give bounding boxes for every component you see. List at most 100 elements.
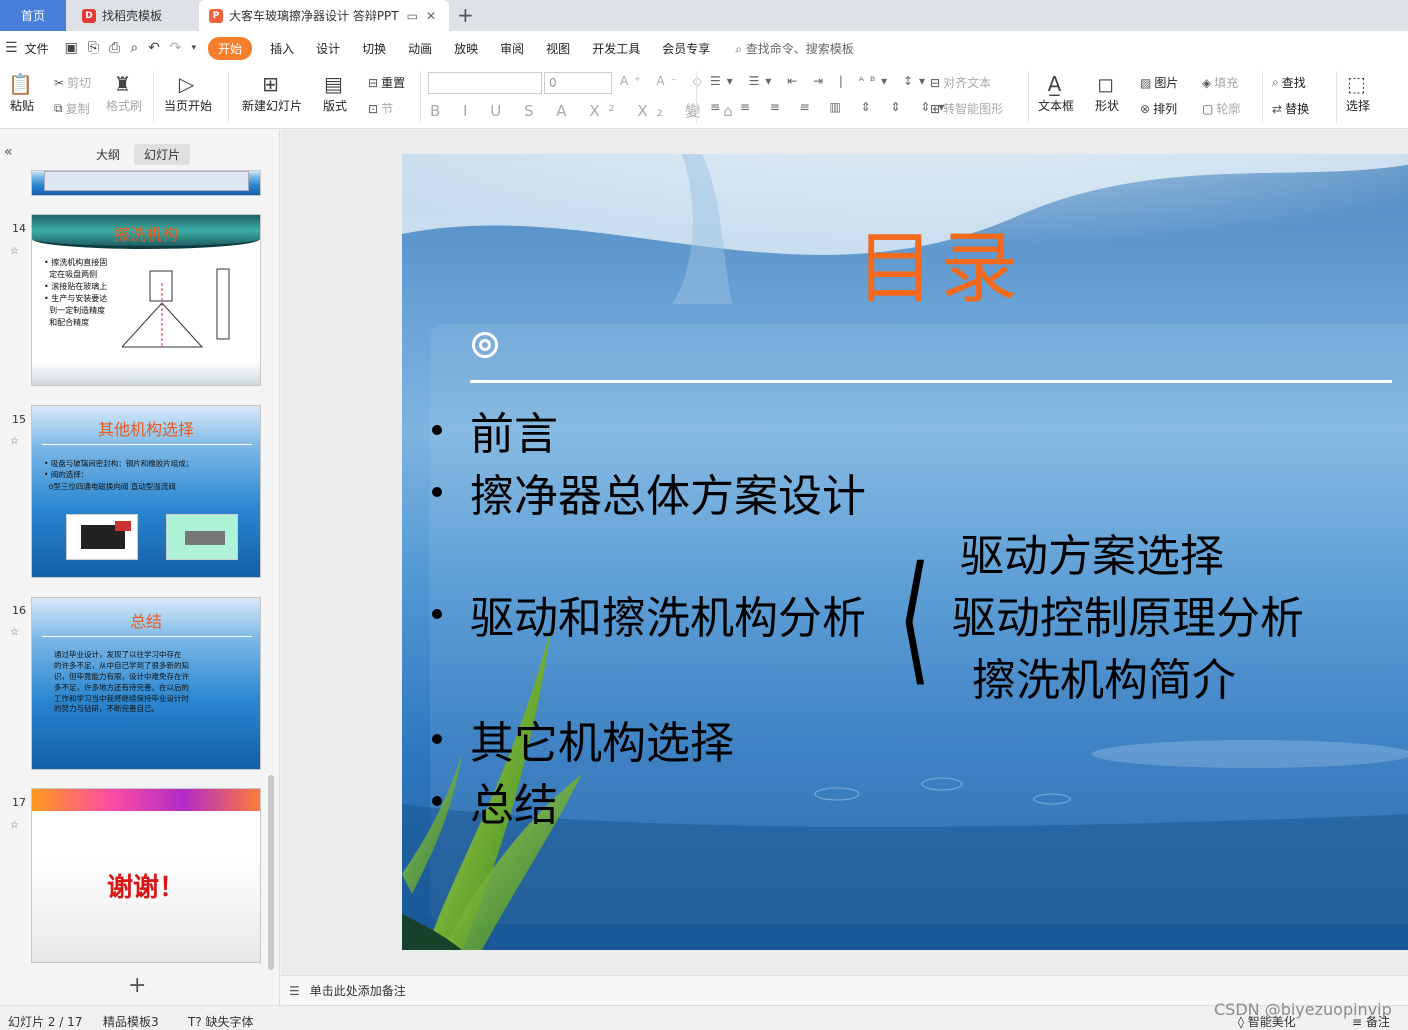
toc-item-label: 前言 bbox=[470, 409, 558, 460]
divider bbox=[420, 71, 421, 123]
menu-member[interactable]: 会员专享 bbox=[651, 40, 721, 57]
copy-button[interactable]: ⧉ 复制 bbox=[54, 100, 90, 117]
slide-number: 15 bbox=[12, 413, 26, 426]
slide-thumbnail-15[interactable]: 其他机构选择 • 吸盘与玻璃间密封构：钢片和橡胶片组成； • 阀的选择： o型三… bbox=[31, 405, 261, 578]
menu-slideshow[interactable]: 放映 bbox=[443, 40, 489, 57]
font-size-value: 0 bbox=[549, 76, 557, 90]
slide-position: 幻灯片 2 / 17 bbox=[8, 1015, 83, 1029]
toc-item[interactable]: 驱动和擦洗机构分析 bbox=[432, 582, 866, 646]
undo-icon[interactable]: ↶ bbox=[143, 40, 165, 56]
missing-font-button[interactable]: T? 缺失字体 bbox=[188, 1013, 254, 1030]
toc-subitem[interactable]: 驱动方案选择 bbox=[960, 520, 1224, 584]
command-search[interactable]: ⌕ 查找命令、搜索模板 bbox=[721, 40, 865, 57]
menu-animation[interactable]: 动画 bbox=[397, 40, 443, 57]
tab-document[interactable]: P 大客车玻璃擦净器设计 答辩PPT ▭ ✕ bbox=[199, 0, 449, 31]
menu-developer[interactable]: 开发工具 bbox=[581, 40, 651, 57]
star-icon: ☆ bbox=[10, 436, 19, 447]
toc-subitem[interactable]: 擦洗机构简介 bbox=[972, 644, 1236, 708]
find-button[interactable]: ⌕ 查找 bbox=[1272, 74, 1306, 91]
template-name[interactable]: 精品模板3 bbox=[103, 1013, 159, 1030]
outline-icon: ▢ bbox=[1202, 101, 1214, 116]
bullet-icon bbox=[432, 425, 442, 435]
watermark: CSDN @biyezuopinvip bbox=[1214, 1000, 1392, 1019]
slide-number: 14 bbox=[12, 222, 26, 235]
tab-slides[interactable]: 幻灯片 bbox=[134, 144, 191, 165]
replace-button[interactable]: ⇄ 替换 bbox=[1272, 100, 1309, 117]
menu-insert[interactable]: 插入 bbox=[259, 40, 305, 57]
slide-title[interactable]: 目录 bbox=[402, 206, 1408, 318]
menu-file[interactable]: 文件 bbox=[23, 40, 60, 57]
preview-icon[interactable]: ⌕ bbox=[125, 40, 143, 56]
target-icon bbox=[472, 332, 498, 358]
slide-thumbnail-16[interactable]: 总结 通过毕业设计，发现了以往学习中存在 的许多不足，从中自己学到了很多新的知 … bbox=[31, 597, 261, 770]
fill-button[interactable]: ◈ 填充 bbox=[1202, 74, 1238, 91]
select-button[interactable]: ⬚ 选择 bbox=[1346, 71, 1370, 114]
collapse-panel-icon[interactable]: « bbox=[4, 144, 13, 160]
export-icon[interactable]: ⎘ bbox=[83, 40, 104, 56]
play-from-current-button[interactable]: ▷ 当页开始 bbox=[164, 71, 212, 114]
docer-icon: D bbox=[82, 8, 96, 23]
relief-valve-image bbox=[166, 514, 238, 560]
panel-scrollbar[interactable] bbox=[268, 775, 274, 970]
menu-review[interactable]: 审阅 bbox=[489, 40, 535, 57]
toc-item[interactable]: 其它机构选择 bbox=[432, 707, 734, 771]
screen-icon[interactable]: ▭ bbox=[407, 9, 418, 23]
list-controls[interactable]: ☰▾ ☰▾ ⇤ ⇥ | ᴬᴮ▾ ↕▾ bbox=[710, 74, 931, 88]
paste-button[interactable]: 📋 粘贴 bbox=[8, 71, 36, 114]
hamburger-icon[interactable]: ☰ bbox=[0, 40, 23, 56]
shape-button[interactable]: ◻ 形状 bbox=[1095, 71, 1119, 114]
font-size-controls[interactable]: A⁺ A⁻ ◇ bbox=[620, 74, 708, 88]
picture-button[interactable]: ▨ 图片 bbox=[1140, 74, 1178, 91]
toc-item[interactable]: 总结 bbox=[432, 769, 558, 833]
print-icon[interactable]: ⎙ bbox=[104, 40, 125, 56]
bullet-icon bbox=[432, 734, 442, 744]
current-slide[interactable]: 目录 前言 擦净器总体方案设计 驱动和擦洗机构分析 其它机构选择 总结 ⟨ 驱动… bbox=[402, 154, 1408, 950]
section-button[interactable]: ⊡ 节 bbox=[368, 100, 393, 117]
tab-docer-templates[interactable]: D 找稻壳模板 bbox=[68, 0, 196, 31]
slide-thumbnail-14[interactable]: 擦洗机构 • 擦洗机构直接固 定在吸盘两侧 • 滚接贴在玻璃上 • 生产与安装要… bbox=[31, 214, 261, 386]
toc-item-label: 驱动和擦洗机构分析 bbox=[470, 593, 866, 644]
textbox-button[interactable]: A̲ 文本框 bbox=[1038, 71, 1074, 114]
smart-art-button[interactable]: ⊞ 转智能图形 bbox=[930, 100, 1003, 117]
chevron-down-icon[interactable]: ▾ bbox=[187, 43, 202, 53]
cut-button[interactable]: ✂ 剪切 bbox=[54, 74, 91, 91]
layout-button[interactable]: ▤ 版式 bbox=[323, 71, 347, 114]
divider bbox=[228, 71, 229, 123]
menu-transition[interactable]: 切换 bbox=[351, 40, 397, 57]
search-icon: ⌕ bbox=[1272, 75, 1279, 89]
textbox-label: 文本框 bbox=[1038, 99, 1075, 113]
arrange-button[interactable]: ⊗ 排列 bbox=[1140, 100, 1177, 117]
slides-panel: « 大纲 幻灯片 14 ☆ 擦洗机构 • 擦洗机构直接固 定在吸盘两侧 • 滚接… bbox=[0, 130, 280, 1005]
align-text-button[interactable]: ⊟ 对齐文本 bbox=[930, 74, 991, 91]
add-slide-button[interactable]: + bbox=[128, 973, 146, 998]
slide-thumbnail-17[interactable]: 谢谢！ bbox=[31, 788, 261, 963]
font-name-select[interactable] bbox=[428, 72, 542, 94]
tab-home[interactable]: 首页 bbox=[0, 0, 66, 31]
new-tab-button[interactable]: + bbox=[457, 3, 474, 27]
slide-number: 16 bbox=[12, 604, 26, 617]
toc-subitem[interactable]: 驱动控制原理分析 bbox=[952, 582, 1304, 646]
tab-outline[interactable]: 大纲 bbox=[86, 144, 130, 165]
format-painter-button[interactable]: ♜ 格式刷 bbox=[106, 71, 142, 114]
font-size-select[interactable]: 0 bbox=[544, 72, 612, 94]
format-painter-label: 格式刷 bbox=[106, 99, 143, 113]
save-icon[interactable]: ▣ bbox=[60, 40, 83, 56]
smart-art-icon: ⊞ bbox=[930, 101, 941, 116]
play-icon: ▷ bbox=[178, 72, 195, 96]
toc-item[interactable]: 擦净器总体方案设计 bbox=[432, 460, 866, 524]
picture-icon: ▨ bbox=[1140, 75, 1152, 90]
reset-button[interactable]: ⊟ 重置 bbox=[368, 74, 405, 91]
slide-thumbnail-13[interactable] bbox=[31, 170, 261, 196]
redo-icon[interactable]: ↷ bbox=[165, 40, 187, 56]
toc-item[interactable]: 前言 bbox=[432, 398, 558, 462]
outline-button[interactable]: ▢ 轮廓 bbox=[1202, 100, 1240, 117]
menu-view[interactable]: 视图 bbox=[535, 40, 581, 57]
paragraph-align-controls[interactable]: ≡ ≡ ≡ ≡ ▥ ⇕ ⇕ ⇕▾ bbox=[710, 100, 952, 114]
status-bar: 幻灯片 2 / 17 精品模板3 T? 缺失字体 ◊ 智能美化 ≡ 备注 bbox=[0, 1005, 1408, 1030]
thumbnail-title: 其他机构选择 bbox=[97, 420, 194, 439]
menu-home[interactable]: 开始 bbox=[208, 36, 253, 60]
menu-design[interactable]: 设计 bbox=[305, 40, 351, 57]
close-icon[interactable]: ✕ bbox=[426, 9, 436, 23]
font-style-controls[interactable]: B I U S A X² X₂ 變 ⌂ bbox=[430, 100, 742, 121]
new-slide-button[interactable]: ⊞ 新建幻灯片 bbox=[242, 71, 302, 114]
